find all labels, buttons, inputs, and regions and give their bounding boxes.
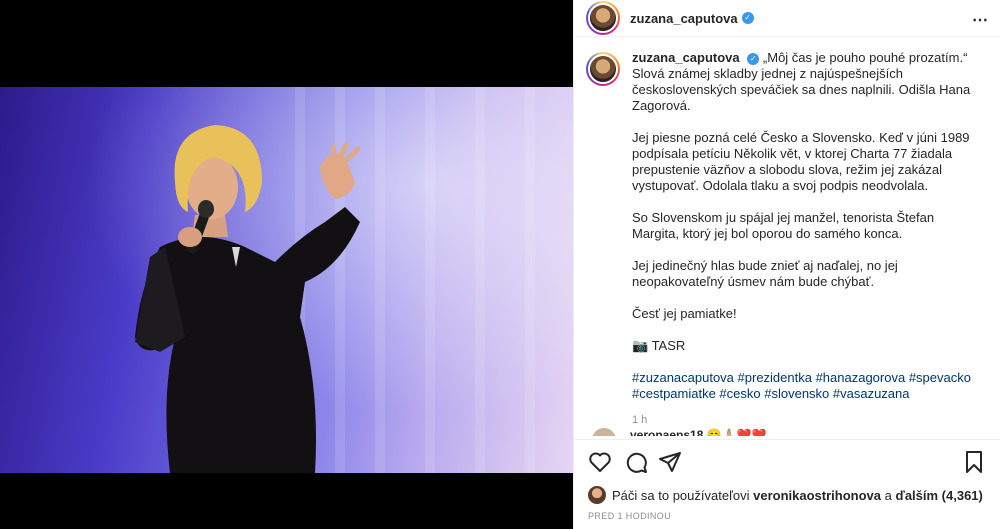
- caption-area[interactable]: zuzana_caputova ✓ „Môj čas je pouho pouh…: [574, 50, 1000, 428]
- bookmark-icon[interactable]: [962, 450, 986, 474]
- avatar[interactable]: [586, 1, 620, 35]
- share-icon[interactable]: [658, 450, 682, 474]
- post-media: [0, 0, 573, 529]
- caption-photo-credit: 📷 TASR: [632, 338, 686, 353]
- comment-avatar[interactable]: [592, 428, 616, 436]
- caption-paragraph-3: So Slovenskom ju spájal jej manžel, teno…: [632, 210, 935, 241]
- comment-username[interactable]: veronaeps18 😊🙏🏼❤️❤️: [630, 428, 766, 436]
- likes-others[interactable]: ďalším (4,361): [895, 488, 982, 503]
- photo-illustration: [0, 87, 573, 473]
- verified-badge-icon: ✓: [741, 12, 754, 24]
- more-options-icon[interactable]: ⋯: [972, 10, 989, 30]
- avatar-image: [588, 3, 618, 33]
- likes-summary[interactable]: Páči sa to používateľovi veronikaostriho…: [588, 486, 983, 504]
- caption-hashtags[interactable]: #zuzanacaputova #prezidentka #hanazagoro…: [632, 370, 982, 402]
- likes-middle: a: [884, 487, 892, 503]
- caption-avatar-image: [588, 54, 618, 84]
- post-side-panel: zuzana_caputova ✓ ⋯ zuzana_caputova ✓ „M…: [573, 0, 1000, 529]
- header-username[interactable]: zuzana_caputova: [630, 11, 738, 26]
- post-photo[interactable]: [0, 87, 573, 473]
- caption-row: zuzana_caputova ✓ „Môj čas je pouho pouh…: [586, 50, 987, 428]
- post-header: zuzana_caputova ✓ ⋯: [574, 0, 1000, 37]
- comment-peek[interactable]: veronaeps18 😊🙏🏼❤️❤️: [588, 426, 788, 436]
- caption-username[interactable]: zuzana_caputova: [632, 50, 740, 65]
- likes-prefix: Páči sa to používateľovi: [612, 487, 750, 503]
- caption-body: zuzana_caputova ✓ „Môj čas je pouho pouh…: [632, 50, 982, 428]
- comment-icon[interactable]: [624, 450, 648, 474]
- caption-paragraph-1: zuzana_caputova ✓ „Môj čas je pouho pouh…: [632, 50, 982, 114]
- caption-paragraph-2: Jej piesne pozná celé Česko a Slovensko.…: [632, 130, 970, 193]
- caption-paragraph-4: Jej jedinečný hlas bude znieť aj naďalej…: [632, 258, 898, 289]
- caption-avatar[interactable]: [586, 52, 620, 86]
- instagram-post: zuzana_caputova ✓ ⋯ zuzana_caputova ✓ „M…: [0, 0, 1000, 529]
- caption-paragraph-5: Česť jej pamiatke!: [632, 306, 737, 321]
- posted-time: PRED 1 HODINOU: [588, 511, 672, 521]
- heart-icon[interactable]: [588, 450, 612, 474]
- caption-verified-badge-icon: ✓: [747, 52, 760, 65]
- action-bar: [574, 439, 1000, 484]
- liker-username[interactable]: veronikaostrihonova: [753, 488, 881, 503]
- liker-avatar[interactable]: [588, 486, 606, 504]
